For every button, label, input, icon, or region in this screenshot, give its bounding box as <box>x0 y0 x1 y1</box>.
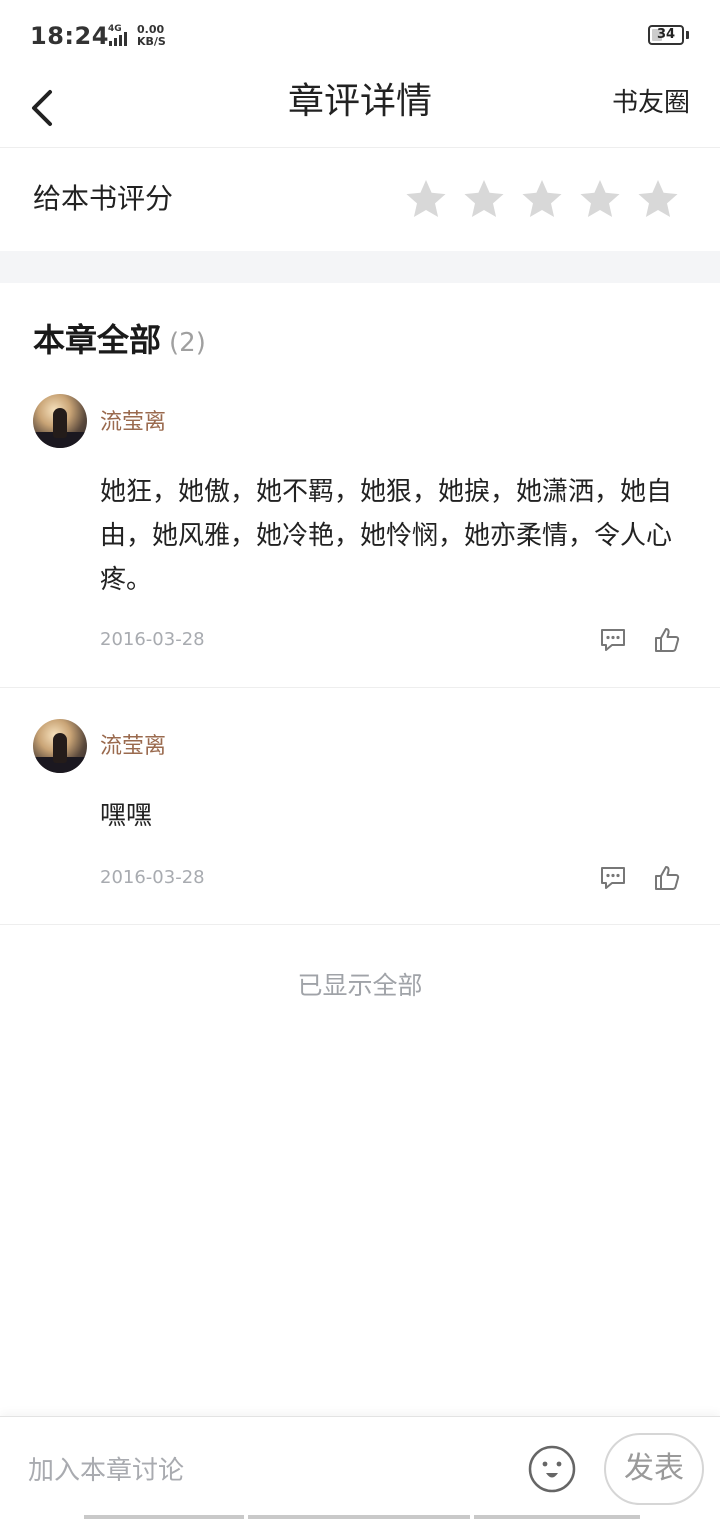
comment-item: 流莹离 她狂，她傲，她不羁，她狠，她捩，她潇洒，她自由，她风雅，她冷艳，她怜悯，… <box>0 378 720 688</box>
rating-star[interactable] <box>578 177 622 221</box>
status-bar: 18:24 4G 0.00 KB/S 34 <box>0 0 720 72</box>
star-icon <box>406 180 446 217</box>
publish-button[interactable]: 发表 <box>604 1433 704 1505</box>
emoji-icon <box>528 1445 576 1493</box>
star-icon <box>638 180 678 217</box>
rating-label: 给本书评分 <box>33 182 174 215</box>
battery-level: 34 <box>656 27 676 42</box>
star-icon <box>464 180 504 217</box>
back-button[interactable] <box>24 80 64 136</box>
star-icon <box>580 180 620 217</box>
chevron-left-icon <box>32 90 52 126</box>
avatar[interactable] <box>33 394 87 448</box>
section-title: 本章全部 <box>33 321 162 359</box>
rating-star[interactable] <box>636 177 680 221</box>
comment-text: 嘿嘿 <box>100 801 153 831</box>
rating-star[interactable] <box>462 177 506 221</box>
comment-count: (2) <box>169 328 206 358</box>
home-indicator <box>84 1515 640 1519</box>
battery-icon: 34 <box>648 25 684 45</box>
comment-icon <box>601 867 625 889</box>
comment-date: 2016-03-28 <box>100 629 205 650</box>
section-divider <box>0 251 720 283</box>
comment-icon <box>601 629 625 651</box>
page-title: 章评详情 <box>287 81 432 122</box>
status-time: 18:24 <box>30 22 109 50</box>
reply-button[interactable] <box>598 863 628 893</box>
rating-star[interactable] <box>520 177 564 221</box>
comment-text: 她狂，她傲，她不羁，她狠，她捩，她潇洒，她自由，她风雅，她冷艳，她怜悯，她亦柔情… <box>100 477 673 595</box>
emoji-button[interactable] <box>528 1445 576 1493</box>
like-button[interactable] <box>652 625 682 655</box>
network-speed-unit: KB/S <box>137 35 166 48</box>
rating-star[interactable] <box>404 177 448 221</box>
thumbs-up-icon <box>655 866 680 890</box>
discussion-input[interactable] <box>28 1449 488 1493</box>
signal-icon: 4G <box>106 24 136 48</box>
star-icon <box>522 180 562 217</box>
comment-item: 流莹离 嘿嘿 2016-03-28 <box>0 689 720 925</box>
battery-tip <box>686 31 689 39</box>
comment-username[interactable]: 流莹离 <box>100 732 166 762</box>
comment-date: 2016-03-28 <box>100 867 205 888</box>
list-end-text: 已显示全部 <box>297 971 423 1000</box>
nav-bar: 章评详情 书友圈 <box>0 72 720 148</box>
avatar[interactable] <box>33 719 87 773</box>
reply-button[interactable] <box>598 625 628 655</box>
section-header: 本章全部 (2) <box>33 316 206 370</box>
bottom-bar: 发表 <box>0 1416 720 1520</box>
comment-username[interactable]: 流莹离 <box>100 408 166 438</box>
like-button[interactable] <box>652 863 682 893</box>
network-speed: 0.00 KB/S <box>137 24 166 48</box>
book-circle-link[interactable]: 书友圈 <box>612 86 690 120</box>
thumbs-up-icon <box>655 628 680 652</box>
